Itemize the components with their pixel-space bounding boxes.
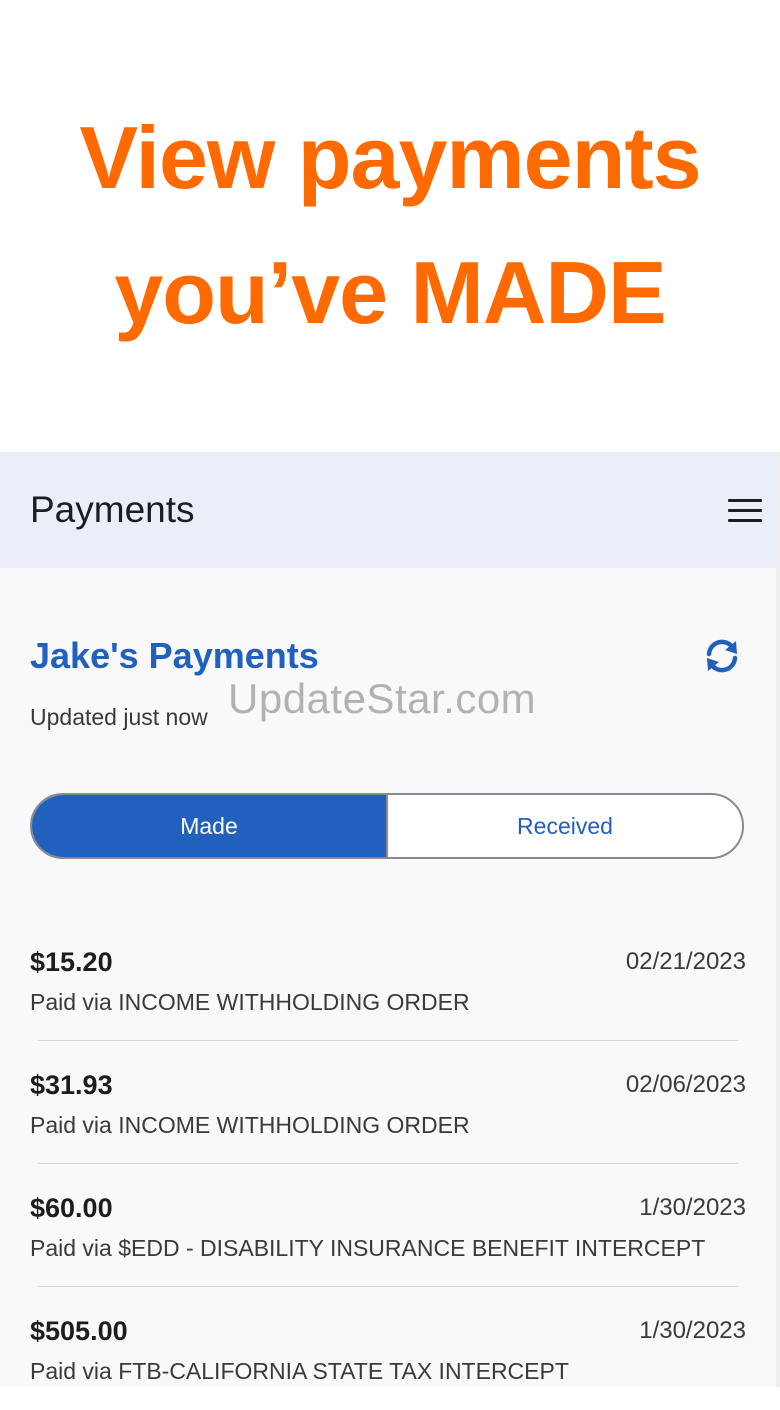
app-screen: Payments Jake's Payments Updated just no…	[0, 452, 780, 1387]
payment-method: Paid via INCOME WITHHOLDING ORDER	[30, 989, 470, 1015]
payment-date: 02/06/2023	[625, 1071, 746, 1098]
payment-row[interactable]: $15.20 02/21/2023 Paid via INCOME WITHHO…	[0, 918, 776, 1041]
payment-amount: $60.00	[30, 1193, 113, 1223]
payment-row[interactable]: $505.00 1/30/2023 Paid via FTB-CALIFORNI…	[0, 1287, 776, 1410]
section-title: Jake's Payments	[30, 635, 319, 676]
tab-made[interactable]: Made	[32, 795, 386, 857]
payment-row[interactable]: $60.00 1/30/2023 Paid via $EDD - DISABIL…	[0, 1164, 776, 1287]
payment-list: $15.20 02/21/2023 Paid via INCOME WITHHO…	[0, 918, 776, 1410]
payment-amount: $31.93	[30, 1070, 113, 1100]
refresh-icon[interactable]	[700, 634, 744, 678]
payment-date: 1/30/2023	[639, 1194, 746, 1221]
payment-method: Paid via FTB-CALIFORNIA STATE TAX INTERC…	[30, 1358, 569, 1384]
payment-date: 02/21/2023	[625, 948, 746, 975]
payment-method: Paid via INCOME WITHHOLDING ORDER	[30, 1112, 470, 1138]
updated-timestamp: Updated just now	[30, 704, 208, 730]
payment-amount: $505.00	[30, 1316, 128, 1346]
tab-received[interactable]: Received	[386, 795, 742, 857]
payment-amount: $15.20	[30, 947, 113, 977]
payment-row[interactable]: $31.93 02/06/2023 Paid via INCOME WITHHO…	[0, 1041, 776, 1164]
payment-method: Paid via $EDD - DISABILITY INSURANCE BEN…	[30, 1235, 706, 1261]
promo-headline-line-1: View payments	[79, 108, 701, 207]
promo-headline-line-2: you’ve MADE	[114, 243, 666, 342]
page-title: Payments	[30, 489, 195, 530]
payment-date: 1/30/2023	[639, 1317, 746, 1344]
promo-banner: View payments you’ve MADE	[0, 0, 780, 452]
payment-type-toggle: Made Received	[30, 793, 744, 859]
watermark: UpdateStar.com	[228, 675, 537, 722]
hamburger-menu-icon[interactable]	[728, 496, 762, 524]
app-bar: Payments	[0, 452, 776, 568]
